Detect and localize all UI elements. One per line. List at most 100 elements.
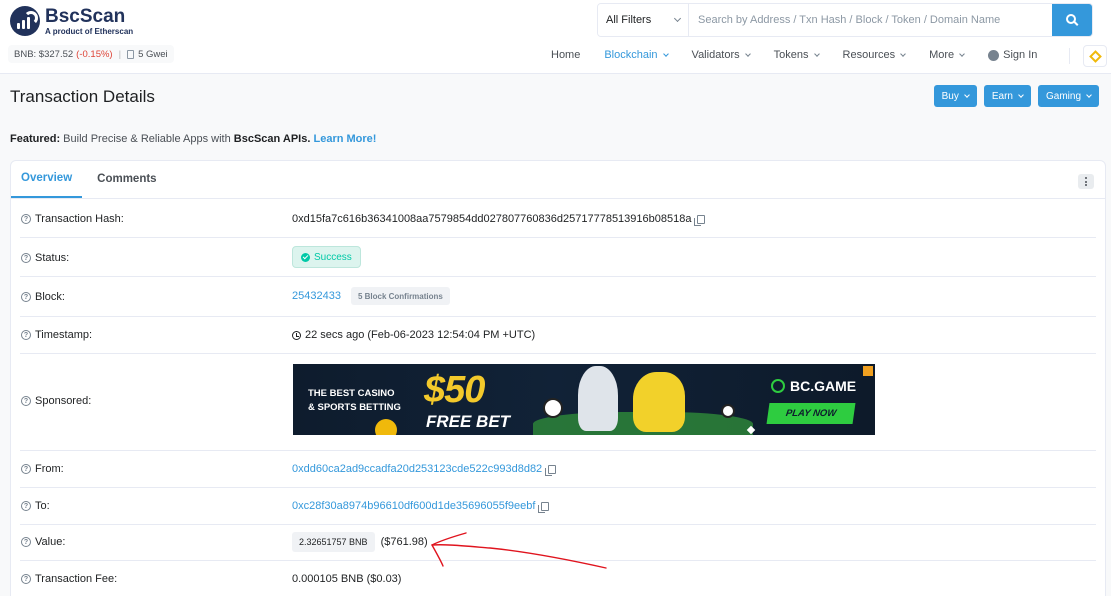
sponsored-ad-banner[interactable]: THE BEST CASINO & SPORTS BETTING $50 FRE… <box>293 364 875 435</box>
search-button[interactable] <box>1052 4 1092 36</box>
nav-tokens[interactable]: Tokens <box>773 49 820 61</box>
transaction-card: Overview Comments ? Transaction Hash: 0xd… <box>10 160 1106 596</box>
earn-button-label: Earn <box>991 90 1013 102</box>
gas-price[interactable]: 5 Gwei <box>138 49 168 60</box>
coin-icon <box>375 419 397 435</box>
search-input[interactable] <box>689 4 1052 36</box>
label-text: Value: <box>35 536 66 548</box>
header-button-group: Buy Earn Gaming <box>927 85 1099 107</box>
nav-more-label: More <box>929 49 955 61</box>
nav-blockchain[interactable]: Blockchain <box>604 49 669 61</box>
row-value: 25432433 5 Block Confirmations <box>292 287 450 305</box>
featured-text: Build Precise & Reliable Apps with <box>60 133 234 145</box>
label-text: Timestamp: <box>35 329 93 341</box>
transaction-hash[interactable]: 0xd15fa7c616b36341008aa7579854dd02780776… <box>292 213 691 225</box>
ad-player-graphic <box>578 366 618 431</box>
ad-brand-name: BC.GAME <box>790 378 857 394</box>
row-label: ? Transaction Hash: <box>21 213 124 225</box>
from-address-link[interactable]: 0xdd60ca2ad9ccadfa20d253123cde522c993d8d… <box>292 463 542 475</box>
nav-more[interactable]: More <box>929 49 965 61</box>
block-number-link[interactable]: 25432433 <box>292 290 341 302</box>
logo-name: BscScan <box>45 5 126 27</box>
ad-headline: THE BEST CASINO & SPORTS BETTING <box>308 387 401 415</box>
row-label: ? To: <box>21 500 50 512</box>
featured-prefix: Featured: <box>10 133 61 145</box>
row-status: ? Status: Success <box>20 238 1096 277</box>
timestamp-value: 22 secs ago (Feb-06-2023 12:54:04 PM +UT… <box>305 329 536 341</box>
to-address-link[interactable]: 0xc28f30a8974b96610df600d1de35696055f9ee… <box>292 500 535 512</box>
buy-button[interactable]: Buy <box>933 85 977 107</box>
bnb-price-change: (-0.15%) <box>76 48 113 60</box>
gaming-button[interactable]: Gaming <box>1037 85 1099 107</box>
question-icon[interactable]: ? <box>21 574 31 584</box>
row-from: ? From: 0xdd60ca2ad9ccadfa20d253123cde522… <box>20 451 1096 488</box>
tab-comments-label: Comments <box>97 173 157 185</box>
page-title: Transaction Details <box>10 87 155 106</box>
earn-button[interactable]: Earn <box>983 85 1031 107</box>
question-icon[interactable]: ? <box>21 464 31 474</box>
ad-cta-label: PLAY NOW <box>785 408 837 419</box>
bnb-logo-icon <box>1088 49 1102 63</box>
featured-brand: BscScan APIs. <box>233 133 311 145</box>
check-circle-icon <box>301 252 310 262</box>
copy-icon[interactable] <box>545 464 557 476</box>
row-label: ? Block: <box>21 291 65 303</box>
bscscan-logo[interactable]: BscScan A product of Etherscan <box>10 6 133 36</box>
ad-brand-logo: BC.GAME <box>771 378 856 394</box>
status-badge: Success <box>292 246 361 268</box>
question-icon[interactable]: ? <box>21 292 31 302</box>
row-label: ? Sponsored: <box>21 395 91 407</box>
bnb-price: BNB: $327.52 <box>14 48 74 60</box>
question-icon[interactable]: ? <box>21 537 31 547</box>
transaction-fee-value: 0.000105 BNB ($0.03) <box>292 573 402 585</box>
learn-more-link[interactable]: Learn More! <box>313 133 376 145</box>
row-value: 0xd15fa7c616b36341008aa7579854dd02780776… <box>292 213 706 226</box>
question-icon[interactable]: ? <box>21 214 31 224</box>
value-usd: ($761.98) <box>380 536 428 548</box>
row-timestamp: ? Timestamp: 22 secs ago (Feb-06-2023 12:… <box>20 317 1096 354</box>
soccer-ball-icon <box>543 398 563 418</box>
chevron-down-icon <box>813 51 820 57</box>
tab-comments[interactable]: Comments <box>87 161 166 198</box>
row-transaction-hash: ? Transaction Hash: 0xd15fa7c616b36341008… <box>20 200 1096 238</box>
row-block: ? Block: 25432433 5 Block Confirmations <box>20 277 1096 317</box>
nav-home[interactable]: Home <box>551 49 580 61</box>
row-value: 2.32651757 BNB ($761.98) <box>292 532 428 552</box>
chevron-down-icon <box>1018 91 1024 98</box>
user-icon <box>988 49 1000 61</box>
row-label: ? Timestamp: <box>21 329 92 341</box>
row-value: 0xdd60ca2ad9ccadfa20d253123cde522c993d8d… <box>292 463 557 476</box>
search-filter-select[interactable]: All Filters <box>598 4 689 36</box>
bnb-network-button[interactable] <box>1083 45 1107 67</box>
nav-sign-in[interactable]: Sign In <box>988 49 1037 61</box>
tab-overview-label: Overview <box>21 172 73 184</box>
search-filter-label: All Filters <box>606 14 652 26</box>
copy-icon[interactable] <box>538 501 550 513</box>
question-icon[interactable]: ? <box>21 253 31 263</box>
buy-button-label: Buy <box>941 90 959 102</box>
question-icon[interactable]: ? <box>21 501 31 511</box>
nav-tokens-label: Tokens <box>773 49 809 61</box>
chevron-down-icon <box>964 91 970 98</box>
chevron-down-icon <box>744 51 751 57</box>
nav-resources[interactable]: Resources <box>843 49 906 61</box>
tab-overview[interactable]: Overview <box>11 161 83 198</box>
question-icon[interactable]: ? <box>21 330 31 340</box>
nav-resources-label: Resources <box>842 49 896 61</box>
nav-blockchain-label: Blockchain <box>604 49 658 61</box>
ad-offer: FREE BET <box>426 412 511 431</box>
nav-validators[interactable]: Validators <box>691 49 751 61</box>
ad-choices-icon[interactable] <box>863 366 873 376</box>
ticker-separator: | <box>118 48 122 60</box>
gaming-button-label: Gaming <box>1045 90 1081 102</box>
label-text: Status: <box>35 252 70 264</box>
more-options-icon[interactable] <box>1078 174 1094 189</box>
logo-tagline: A product of Etherscan <box>45 26 134 36</box>
label-text: From: <box>35 463 64 475</box>
question-icon[interactable]: ? <box>21 396 31 406</box>
row-label: ? Transaction Fee: <box>21 573 117 585</box>
row-value: 0xc28f30a8974b96610df600d1de35696055f9ee… <box>292 500 550 513</box>
nav-validators-label: Validators <box>691 49 740 61</box>
copy-icon[interactable] <box>694 214 706 226</box>
ad-play-now-button[interactable]: PLAY NOW <box>766 403 856 424</box>
